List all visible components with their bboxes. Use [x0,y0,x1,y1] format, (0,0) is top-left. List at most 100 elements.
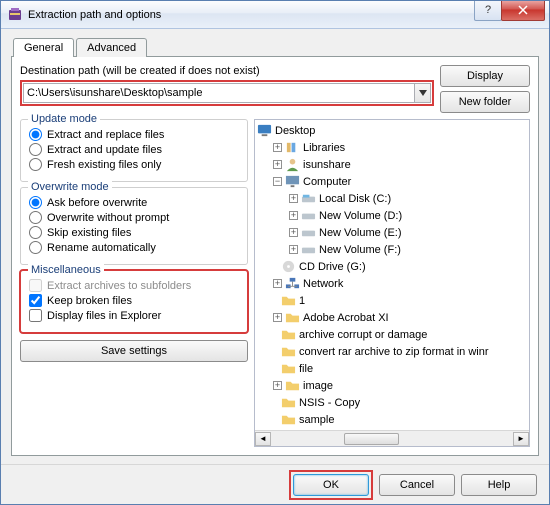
tree-cd-g[interactable]: CD Drive (G:) [257,258,527,275]
misc-opt-broken[interactable]: Keep broken files [29,294,239,307]
destination-dropdown[interactable] [415,83,431,103]
tree-network[interactable]: +Network [257,275,527,292]
overwrite-opt-without[interactable]: Overwrite without prompt [29,211,239,224]
tree-libraries[interactable]: +Libraries [257,139,527,156]
save-settings-button[interactable]: Save settings [20,340,248,362]
drive-icon [301,209,316,223]
titlebar: Extraction path and options ? [1,1,549,29]
user-icon [285,158,300,172]
scroll-track[interactable] [271,432,513,446]
expand-icon[interactable]: + [289,194,298,203]
folder-icon [281,328,296,342]
tree-convert[interactable]: convert rar archive to zip format in win… [257,343,527,360]
tabstrip: General Advanced [11,38,539,57]
tree-vol-e[interactable]: +New Volume (E:) [257,224,527,241]
tab-panel: Destination path (will be created if doe… [11,56,539,456]
help-button-titlebar[interactable]: ? [474,1,502,21]
radio-ask[interactable] [29,196,42,209]
drive-icon [301,243,316,257]
tab-advanced[interactable]: Advanced [76,38,147,57]
check-explorer[interactable] [29,309,42,322]
app-icon [7,7,23,23]
tree-vol-d[interactable]: +New Volume (D:) [257,207,527,224]
cancel-button[interactable]: Cancel [379,474,455,496]
check-subfolders [29,279,42,292]
destination-row: Destination path (will be created if doe… [20,65,530,113]
expand-icon[interactable]: + [273,160,282,169]
scroll-left-icon[interactable]: ◄ [255,432,271,446]
check-broken[interactable] [29,294,42,307]
new-folder-button[interactable]: New folder [440,91,530,113]
overwrite-opt-rename[interactable]: Rename automatically [29,241,239,254]
folder-icon [281,345,296,359]
misc-opt-subfolders: Extract archives to subfolders [29,279,239,292]
tree-desktop[interactable]: Desktop [257,122,527,139]
radio-update[interactable] [29,143,42,156]
update-mode-group: Update mode Extract and replace files Ex… [20,119,248,182]
desktop-icon [257,124,272,138]
radio-skip[interactable] [29,226,42,239]
horizontal-scrollbar[interactable]: ◄ ► [255,430,529,446]
window-title: Extraction path and options [28,9,475,21]
display-button[interactable]: Display [440,65,530,87]
main-columns: Update mode Extract and replace files Ex… [20,119,530,447]
svg-text:?: ? [485,5,491,15]
scroll-right-icon[interactable]: ► [513,432,529,446]
tree-body[interactable]: Desktop +Libraries +isunshare −Computer … [255,120,529,430]
expand-icon[interactable]: + [273,313,282,322]
tree-adobe[interactable]: +Adobe Acrobat XI [257,309,527,326]
destination-input[interactable] [23,83,415,103]
update-opt-update[interactable]: Extract and update files [29,143,239,156]
misc-legend: Miscellaneous [28,264,104,276]
scroll-thumb[interactable] [344,433,399,445]
destination-highlight [20,80,434,106]
update-opt-replace[interactable]: Extract and replace files [29,128,239,141]
tab-general[interactable]: General [13,38,74,57]
expand-icon[interactable]: + [273,143,282,152]
cd-icon [281,260,296,274]
ok-button[interactable]: OK [293,474,369,496]
folder-icon [281,362,296,376]
content: General Advanced Destination path (will … [1,29,549,464]
tree-folder-1[interactable]: 1 [257,292,527,309]
folder-icon [281,294,296,308]
misc-opt-explorer[interactable]: Display files in Explorer [29,309,239,322]
radio-replace[interactable] [29,128,42,141]
radio-rename[interactable] [29,241,42,254]
expand-icon[interactable]: + [289,228,298,237]
tree-file[interactable]: file [257,360,527,377]
dialog-window: Extraction path and options ? General Ad… [0,0,550,505]
tree-local-c[interactable]: +Local Disk (C:) [257,190,527,207]
libraries-icon [285,141,300,155]
expand-icon[interactable]: + [273,279,282,288]
tree-image[interactable]: +image [257,377,527,394]
folder-icon [285,311,300,325]
folder-tree: Desktop +Libraries +isunshare −Computer … [254,119,530,447]
help-button[interactable]: Help [461,474,537,496]
tree-isunshare[interactable]: +isunshare [257,156,527,173]
tree-nsis[interactable]: NSIS - Copy [257,394,527,411]
tree-sample[interactable]: sample [257,411,527,428]
ok-highlight: OK [289,470,373,500]
computer-icon [285,175,300,189]
folder-icon [281,396,296,410]
collapse-icon[interactable]: − [273,177,282,186]
expand-icon[interactable]: + [289,211,298,220]
update-opt-fresh[interactable]: Fresh existing files only [29,158,239,171]
window-controls: ? [475,1,549,21]
expand-icon[interactable]: + [289,245,298,254]
tree-vol-f[interactable]: +New Volume (F:) [257,241,527,258]
network-icon [285,277,300,291]
overwrite-opt-ask[interactable]: Ask before overwrite [29,196,239,209]
overwrite-mode-group: Overwrite mode Ask before overwrite Over… [20,187,248,265]
expand-icon[interactable]: + [273,381,282,390]
close-button[interactable] [501,1,545,21]
dialog-footer: OK Cancel Help [1,464,549,504]
tree-computer[interactable]: −Computer [257,173,527,190]
destination-label: Destination path (will be created if doe… [20,65,434,77]
radio-without[interactable] [29,211,42,224]
radio-fresh[interactable] [29,158,42,171]
tree-archive-corrupt[interactable]: archive corrupt or damage [257,326,527,343]
overwrite-opt-skip[interactable]: Skip existing files [29,226,239,239]
left-column: Update mode Extract and replace files Ex… [20,119,248,447]
